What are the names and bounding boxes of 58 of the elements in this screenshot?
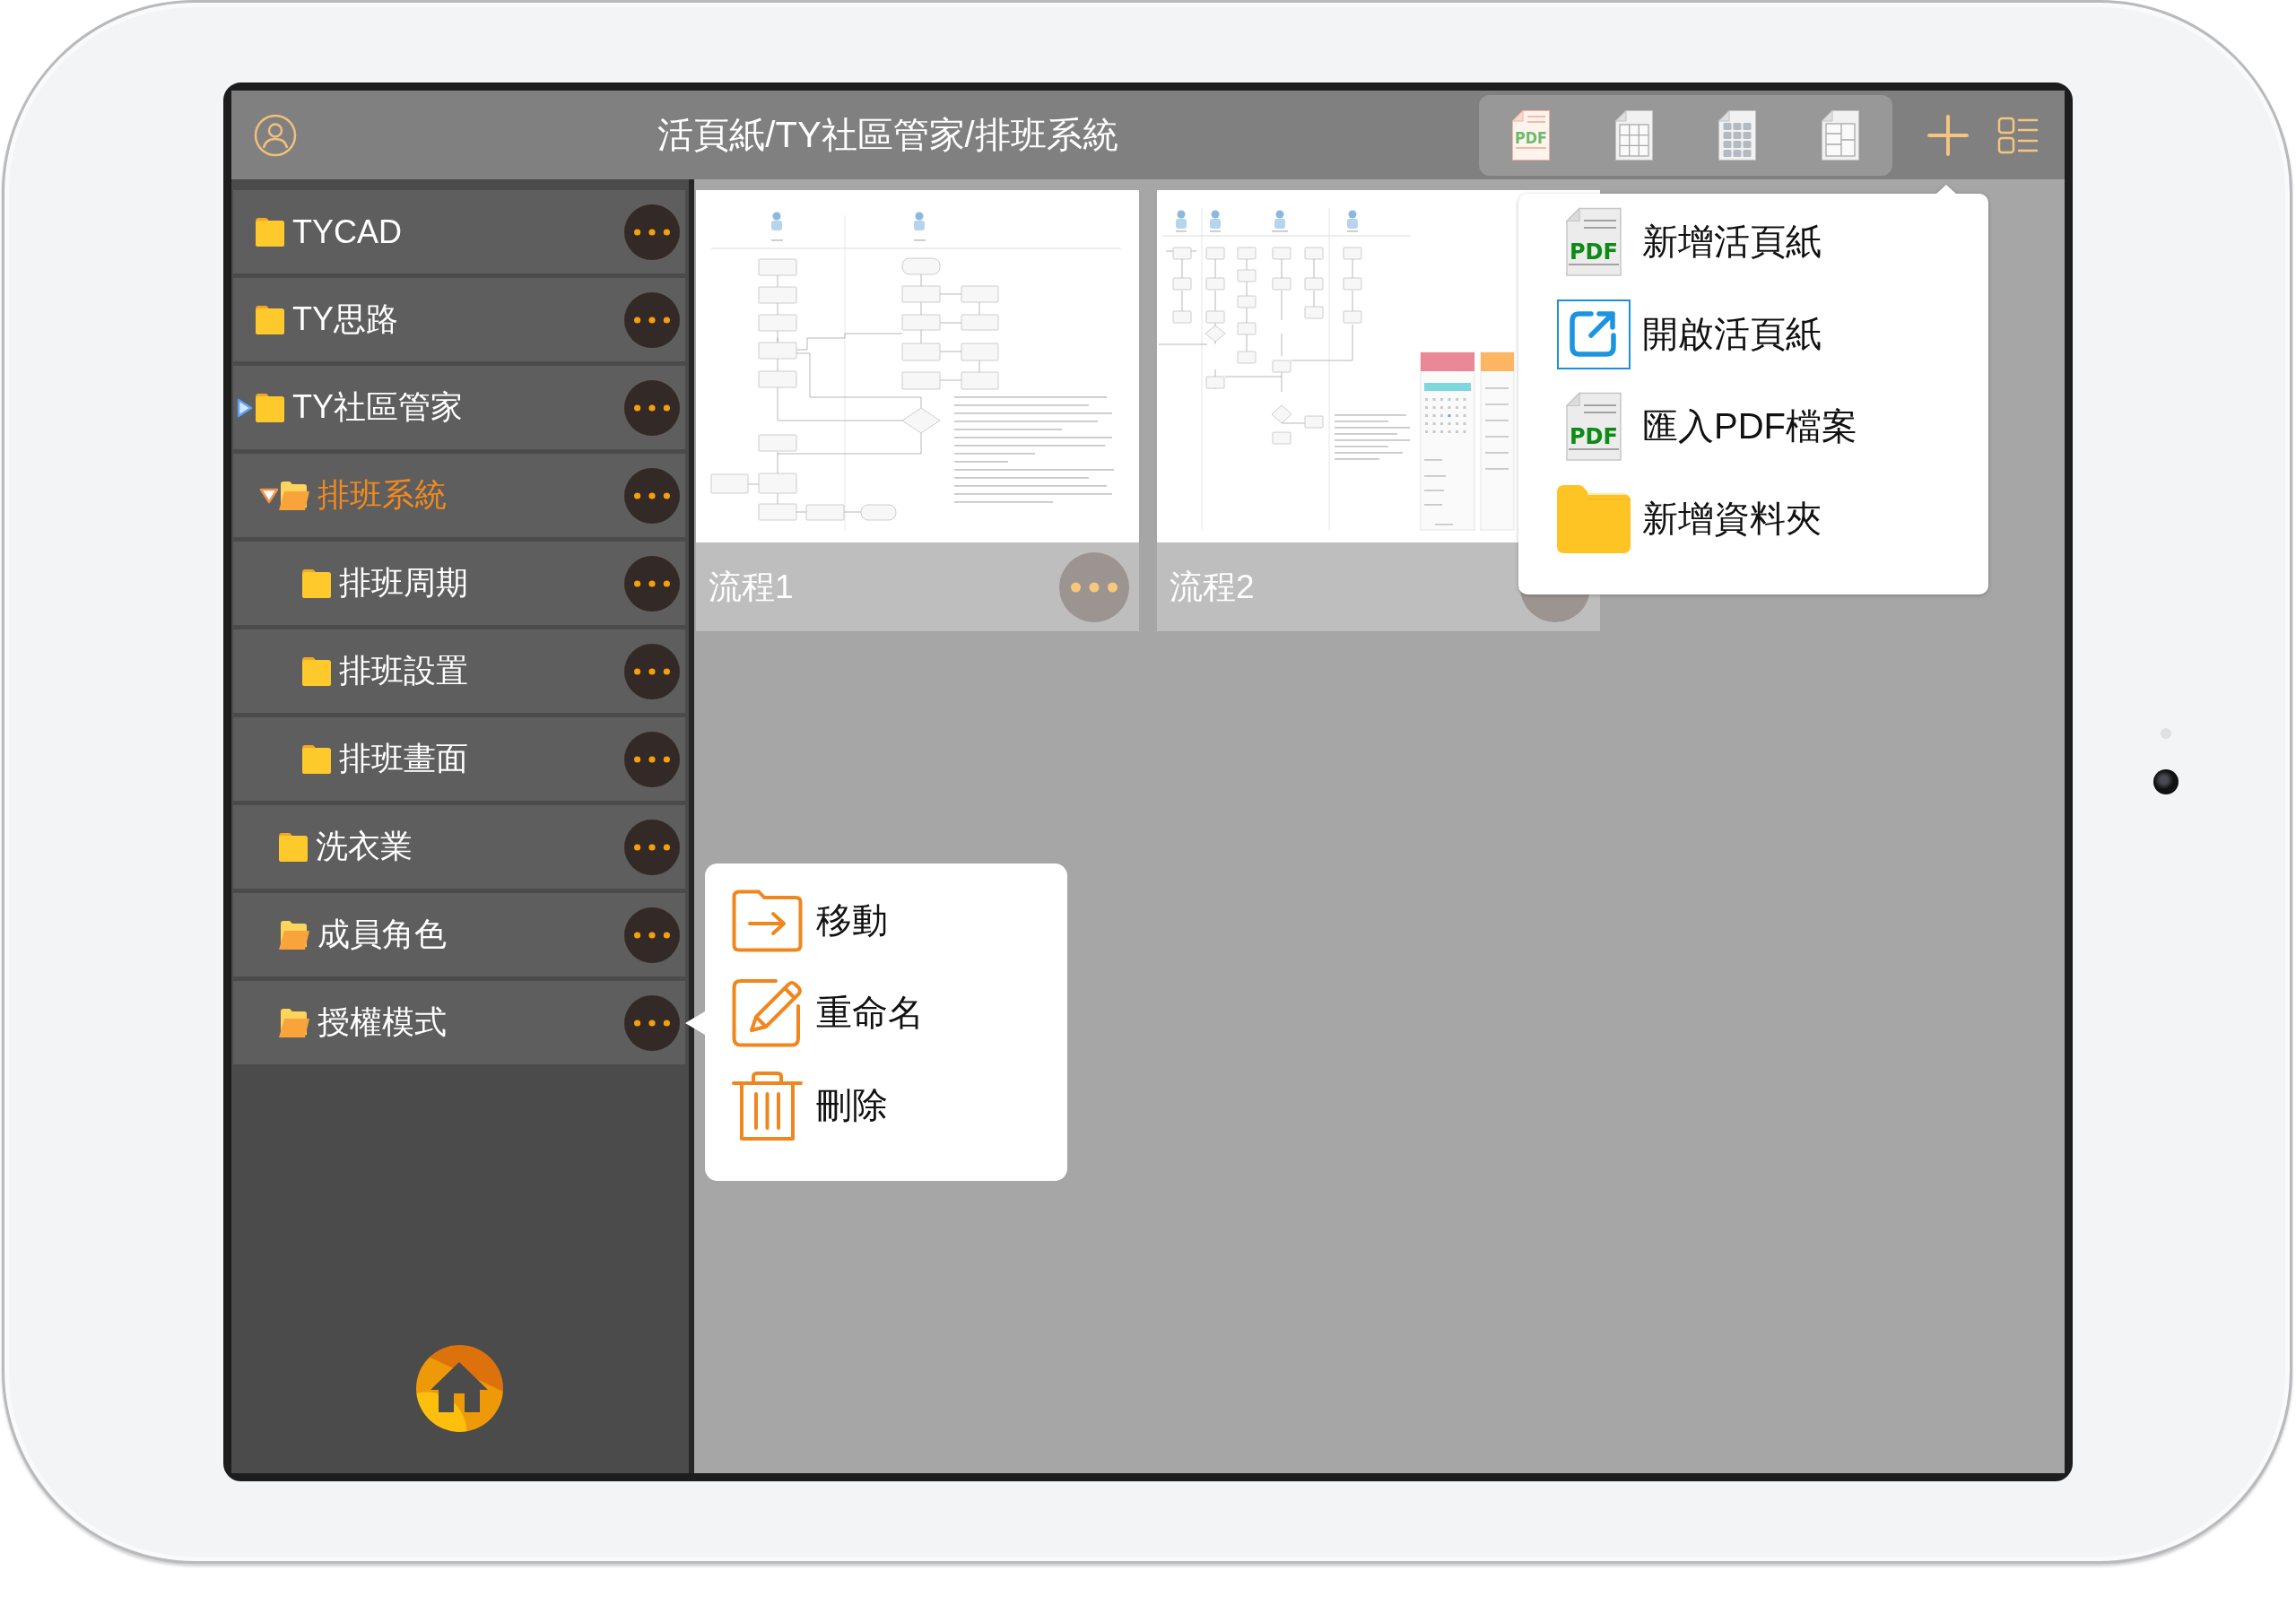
folder-row[interactable]: TY思路	[233, 278, 685, 361]
folder-arrow-icon	[732, 889, 803, 952]
open-folder-icon	[279, 480, 309, 511]
more-icon	[634, 316, 670, 324]
more-icon	[634, 843, 670, 851]
folder-icon	[302, 655, 331, 687]
folder-name: TY社區管家	[292, 387, 463, 427]
window-title: 活頁紙/TY社區管家/排班系統	[657, 114, 1118, 156]
share-icon	[1557, 299, 1631, 369]
folder-row[interactable]: TYCAD	[233, 190, 685, 273]
folder-row[interactable]: 排班周期	[233, 542, 685, 625]
folder-row[interactable]: 排班設置	[233, 629, 685, 713]
expand-arrow-icon[interactable]	[237, 397, 253, 418]
document-name: 流程1	[709, 567, 794, 607]
pencil-square-icon	[732, 978, 803, 1047]
folder-icon	[256, 304, 284, 335]
camera-lens	[2153, 769, 2179, 794]
more-icon	[634, 1019, 670, 1027]
folder-name: 排班畫面	[339, 739, 468, 778]
layout-page-icon[interactable]	[1821, 108, 1861, 161]
folder-icon	[302, 568, 331, 599]
menu-item[interactable]: 重命名	[732, 967, 924, 1059]
document-name: 流程2	[1170, 567, 1255, 607]
folder-name: 排班周期	[339, 563, 468, 603]
more-icon	[634, 404, 670, 412]
folder-row[interactable]: 成員角色	[233, 893, 685, 976]
home-icon	[430, 1361, 488, 1412]
folder-name: 洗衣業	[316, 827, 413, 866]
open-folder-icon	[279, 919, 309, 950]
more-icon	[634, 579, 670, 587]
folder-name: 排班設置	[339, 651, 468, 690]
grid-page-icon[interactable]	[1613, 108, 1654, 161]
folder-icon	[256, 392, 284, 423]
more-icon	[634, 931, 670, 939]
more-icon	[634, 667, 670, 675]
menu-item[interactable]: 移動	[732, 874, 888, 967]
folder-name: TYCAD	[292, 213, 402, 251]
folder-name: 排班系統	[317, 475, 447, 515]
folder-row[interactable]: 洗衣業	[233, 805, 685, 889]
tiled-page-icon[interactable]	[1718, 108, 1758, 161]
more-icon	[634, 228, 670, 236]
folder-name: 授權模式	[317, 1002, 447, 1042]
folder-row[interactable]: TY社區管家	[233, 366, 685, 449]
folder-icon	[1557, 484, 1631, 553]
folder-icon	[256, 216, 284, 247]
folder-icon	[279, 831, 308, 863]
folder-icon	[302, 743, 331, 775]
folder-row[interactable]: 排班畫面	[233, 717, 685, 801]
more-icon	[634, 491, 670, 499]
collapse-arrow-icon[interactable]	[259, 487, 279, 504]
more-icon	[1071, 581, 1118, 593]
folder-name: 成員角色	[317, 915, 447, 954]
folder-name: TY思路	[292, 299, 398, 339]
menu-item[interactable]: 刪除	[732, 1059, 888, 1151]
more-icon	[634, 755, 670, 763]
trash-icon	[732, 1069, 803, 1141]
open-folder-icon	[279, 1007, 309, 1038]
folder-row[interactable]: 授權模式	[233, 981, 685, 1064]
